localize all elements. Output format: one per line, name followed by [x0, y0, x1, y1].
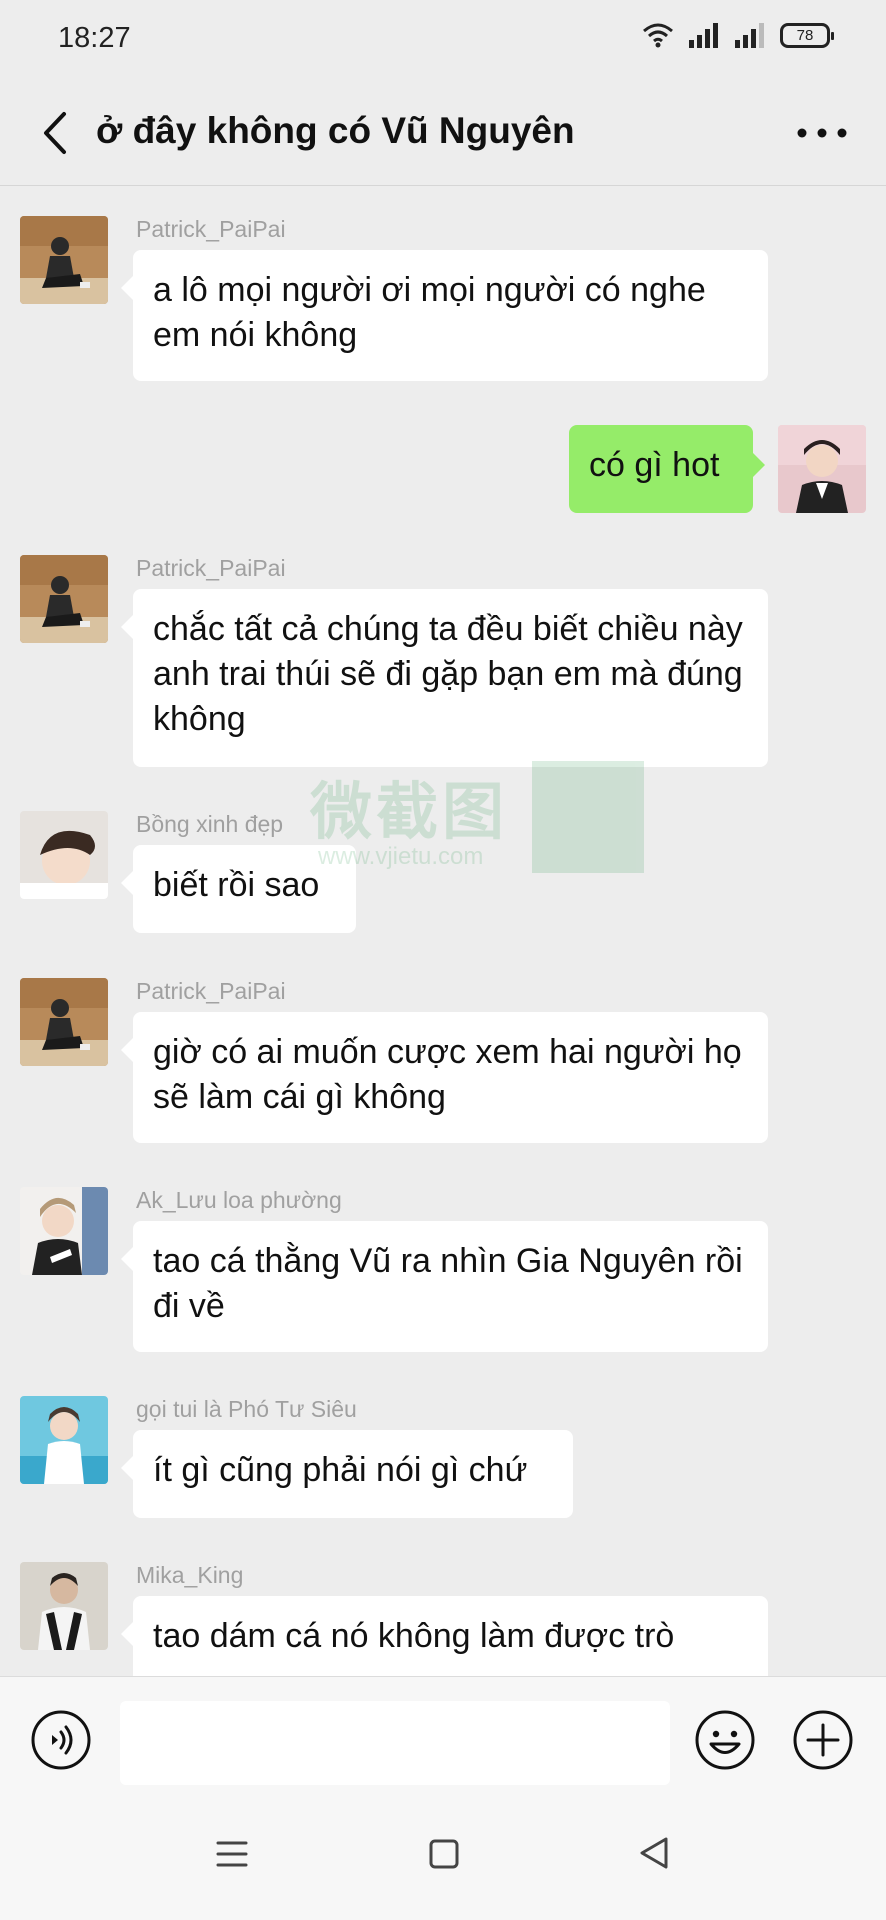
watermark: 微截图 www.vjietu.com: [310, 761, 650, 881]
avatar[interactable]: [20, 1187, 108, 1275]
status-bar: 18:27 78: [0, 0, 886, 80]
status-icons: 78: [642, 22, 834, 48]
signal-icon: [735, 23, 764, 48]
plus-icon[interactable]: [792, 1709, 854, 1771]
avatar[interactable]: [20, 978, 108, 1066]
input-bar: [0, 1676, 886, 1800]
chat-messages[interactable]: Patrick_PaiPai a lô mọi người ơi mọi ngư…: [0, 186, 886, 1676]
voice-icon[interactable]: [30, 1709, 92, 1771]
chevron-left-icon[interactable]: [36, 108, 76, 158]
watermark-text: 微截图: [310, 778, 509, 847]
more-dots-icon[interactable]: [792, 118, 852, 148]
avatar[interactable]: [20, 1562, 108, 1650]
back-triangle-icon[interactable]: [636, 1834, 672, 1872]
avatar[interactable]: [20, 216, 108, 304]
battery-level: 78: [796, 26, 814, 44]
message-input[interactable]: [120, 1701, 670, 1785]
status-time: 18:27: [58, 22, 131, 54]
home-square-icon[interactable]: [426, 1836, 462, 1872]
sender-name: gọi tui là Phó Tư Siêu: [136, 1396, 357, 1422]
avatar[interactable]: [20, 811, 108, 899]
sender-name: Patrick_PaiPai: [136, 216, 286, 242]
image-icon: [532, 761, 644, 873]
signal-icon: [689, 23, 718, 48]
chat-title: ở đây không có Vũ Nguyên: [96, 110, 575, 151]
sender-name: Bồng xinh đẹp: [136, 811, 284, 837]
sender-name: Patrick_PaiPai: [136, 978, 286, 1004]
message-bubble[interactable]: giờ có ai muốn cược xem hai người họ sẽ …: [121, 1012, 768, 1143]
avatar[interactable]: [20, 1396, 108, 1484]
sender-name: Mika_King: [136, 1562, 244, 1588]
sender-name: Ak_Lưu loa phường: [136, 1187, 342, 1213]
chat-header: ở đây không có Vũ Nguyên: [0, 80, 886, 186]
wifi-icon: [643, 23, 673, 48]
message-bubble[interactable]: a lô mọi người ơi mọi người có nghe em n…: [121, 250, 768, 381]
message-bubble[interactable]: có gì hot: [569, 425, 765, 513]
message-bubble[interactable]: ít gì cũng phải nói gì chứ: [121, 1430, 573, 1518]
message-bubble[interactable]: tao dám cá nó không làm được trò: [121, 1596, 768, 1676]
message-bubble[interactable]: chắc tất cả chúng ta đều biết chiều này …: [121, 589, 768, 767]
emoji-icon[interactable]: [694, 1709, 756, 1771]
avatar[interactable]: [20, 555, 108, 643]
system-nav-bar: [0, 1800, 886, 1920]
menu-icon[interactable]: [214, 1836, 250, 1872]
message-bubble[interactable]: tao cá thằng Vũ ra nhìn Gia Nguyên rồi đ…: [121, 1221, 768, 1352]
battery-icon: 78: [780, 22, 834, 48]
message-bubble[interactable]: biết rồi sao: [121, 845, 356, 933]
sender-name: Patrick_PaiPai: [136, 555, 286, 581]
avatar[interactable]: [778, 425, 866, 513]
